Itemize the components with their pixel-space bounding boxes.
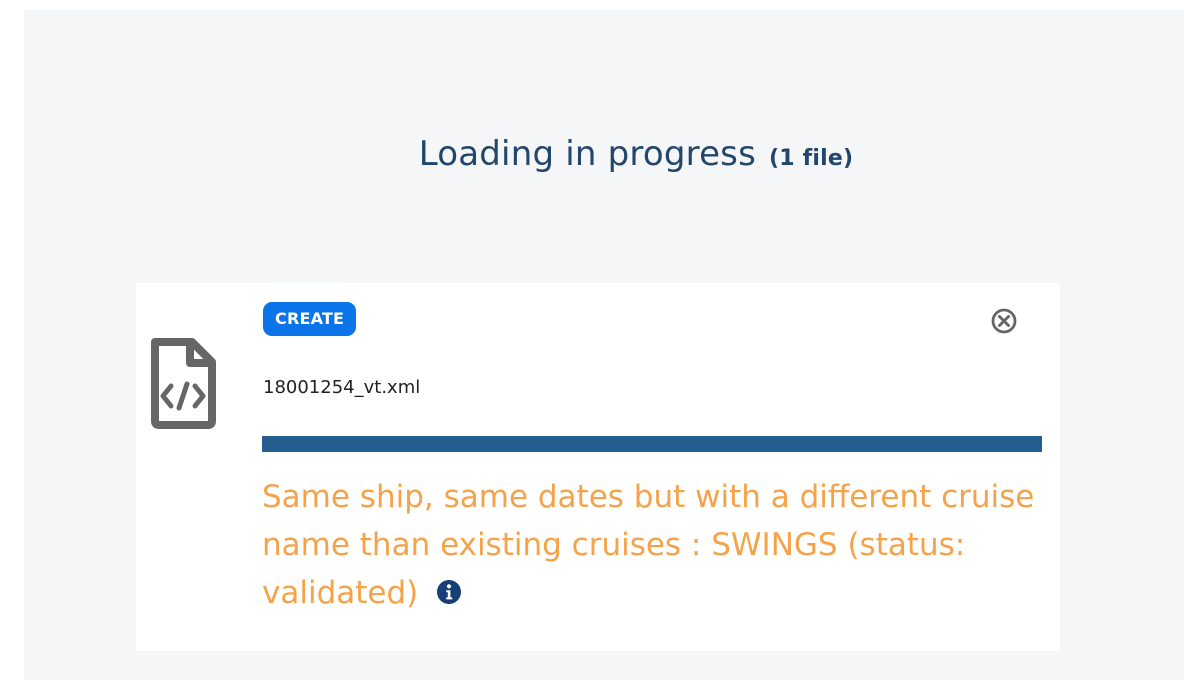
close-circle-icon bbox=[991, 308, 1017, 334]
upload-file-card: CREATE 18001254_vt.xml Same ship, same d… bbox=[136, 283, 1060, 651]
create-badge: CREATE bbox=[263, 302, 357, 336]
info-icon[interactable] bbox=[436, 571, 462, 604]
page-title: Loading in progress (1 file) bbox=[24, 134, 1184, 174]
page-title-text: Loading in progress bbox=[418, 134, 757, 174]
file-name: 18001254_vt.xml bbox=[263, 377, 421, 398]
file-count: (1 file) bbox=[769, 146, 854, 171]
xml-file-icon bbox=[146, 335, 218, 431]
remove-file-button[interactable] bbox=[990, 307, 1018, 335]
upload-progress-bar bbox=[262, 436, 1042, 452]
upload-progress-fill bbox=[262, 436, 1042, 452]
warning-message: Same ship, same dates but with a differe… bbox=[262, 473, 1042, 617]
warning-message-text: Same ship, same dates but with a differe… bbox=[262, 479, 1035, 611]
